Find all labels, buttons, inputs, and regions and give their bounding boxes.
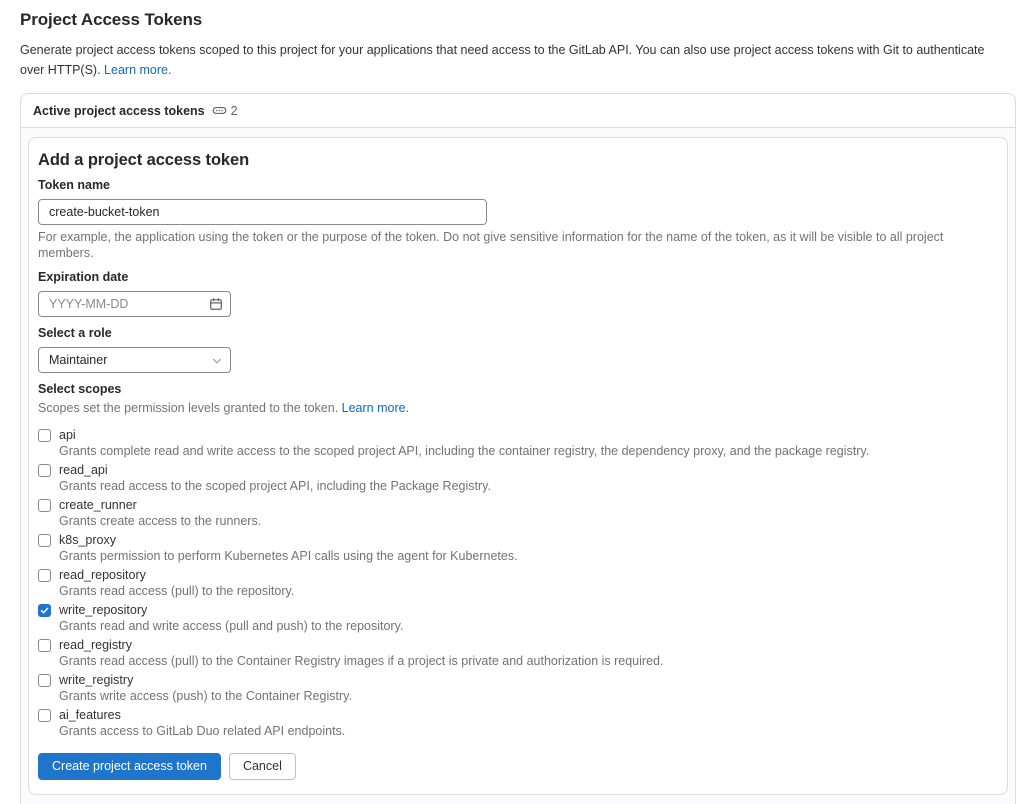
scope-checkbox[interactable] — [38, 639, 51, 652]
scope-description: Grants write access (push) to the Contai… — [59, 689, 994, 704]
scope-item-read-registry: read_registry Grants read access (pull) … — [38, 638, 998, 669]
scope-description: Grants access to GitLab Duo related API … — [59, 724, 994, 739]
scope-name[interactable]: ai_features — [59, 708, 121, 723]
role-label: Select a role — [38, 326, 998, 341]
scope-name[interactable]: read_repository — [59, 568, 146, 583]
scope-name[interactable]: write_registry — [59, 673, 133, 688]
scope-name[interactable]: write_repository — [59, 603, 147, 618]
role-selected-value: Maintainer — [49, 353, 107, 367]
token-name-group: Token name For example, the application … — [38, 178, 998, 261]
scopes-label: Select scopes — [38, 382, 998, 397]
role-select[interactable]: Maintainer — [38, 347, 231, 373]
scope-description: Grants read access (pull) to the Contain… — [59, 654, 994, 669]
scope-item-read-repository: read_repository Grants read access (pull… — [38, 568, 998, 599]
active-tokens-title: Active project access tokens — [33, 104, 205, 118]
scopes-group: Select scopes Scopes set the permission … — [38, 382, 998, 739]
scope-name[interactable]: read_registry — [59, 638, 132, 653]
cancel-button[interactable]: Cancel — [229, 753, 296, 780]
scope-name[interactable]: read_api — [59, 463, 108, 478]
scope-description: Grants read access (pull) to the reposit… — [59, 584, 994, 599]
token-count-value: 2 — [231, 104, 238, 118]
scope-checkbox[interactable] — [38, 429, 51, 442]
expiration-date-input[interactable] — [38, 291, 231, 317]
scope-name[interactable]: create_runner — [59, 498, 137, 513]
scope-checkbox[interactable] — [38, 569, 51, 582]
project-access-tokens-page: Project Access Tokens Generate project a… — [0, 0, 1022, 804]
scopes-help: Scopes set the permission levels granted… — [38, 400, 998, 416]
token-pill-icon — [212, 103, 227, 118]
scope-checkbox[interactable] — [38, 464, 51, 477]
scope-checkbox[interactable] — [38, 534, 51, 547]
page-title: Project Access Tokens — [20, 10, 1016, 30]
role-group: Select a role Maintainer — [38, 326, 998, 373]
scope-name[interactable]: api — [59, 428, 76, 443]
scope-item-k8s-proxy: k8s_proxy Grants permission to perform K… — [38, 533, 998, 564]
scope-item-write-registry: write_registry Grants write access (push… — [38, 673, 998, 704]
active-tokens-card-header: Active project access tokens 2 — [21, 94, 1015, 128]
scope-checkbox[interactable] — [38, 709, 51, 722]
scope-checkbox[interactable] — [38, 499, 51, 512]
learn-more-link[interactable]: Learn more. — [104, 63, 171, 77]
active-tokens-card-body: Add a project access token Token name Fo… — [21, 128, 1015, 804]
scope-item-write-repository: write_repository Grants read and write a… — [38, 603, 998, 634]
token-count-badge: 2 — [212, 103, 238, 118]
scope-checkbox[interactable] — [38, 604, 51, 617]
scope-item-create-runner: create_runner Grants create access to th… — [38, 498, 998, 529]
scope-checkbox[interactable] — [38, 674, 51, 687]
scope-description: Grants permission to perform Kubernetes … — [59, 549, 994, 564]
token-name-input[interactable] — [38, 199, 487, 225]
form-title: Add a project access token — [38, 151, 998, 170]
token-name-help: For example, the application using the t… — [38, 229, 998, 261]
scope-description: Grants read access to the scoped project… — [59, 479, 994, 494]
scope-item-api: api Grants complete read and write acces… — [38, 428, 998, 459]
token-name-label: Token name — [38, 178, 998, 193]
expiration-date-group: Expiration date — [38, 270, 998, 317]
scope-name[interactable]: k8s_proxy — [59, 533, 116, 548]
page-description: Generate project access tokens scoped to… — [20, 40, 1005, 80]
scope-item-read-api: read_api Grants read access to the scope… — [38, 463, 998, 494]
expiration-date-label: Expiration date — [38, 270, 998, 285]
scope-description: Grants create access to the runners. — [59, 514, 994, 529]
scope-item-ai-features: ai_features Grants access to GitLab Duo … — [38, 708, 998, 739]
scope-description: Grants read and write access (pull and p… — [59, 619, 994, 634]
scopes-learn-more-link[interactable]: Learn more. — [342, 401, 409, 415]
scopes-help-text: Scopes set the permission levels granted… — [38, 401, 338, 415]
scope-description: Grants complete read and write access to… — [59, 444, 994, 459]
create-token-button[interactable]: Create project access token — [38, 753, 221, 780]
active-tokens-card: Active project access tokens 2 Add a pro… — [20, 93, 1016, 804]
form-actions: Create project access token Cancel — [38, 753, 998, 780]
chevron-down-icon — [211, 355, 223, 370]
add-token-form: Add a project access token Token name Fo… — [28, 137, 1008, 795]
